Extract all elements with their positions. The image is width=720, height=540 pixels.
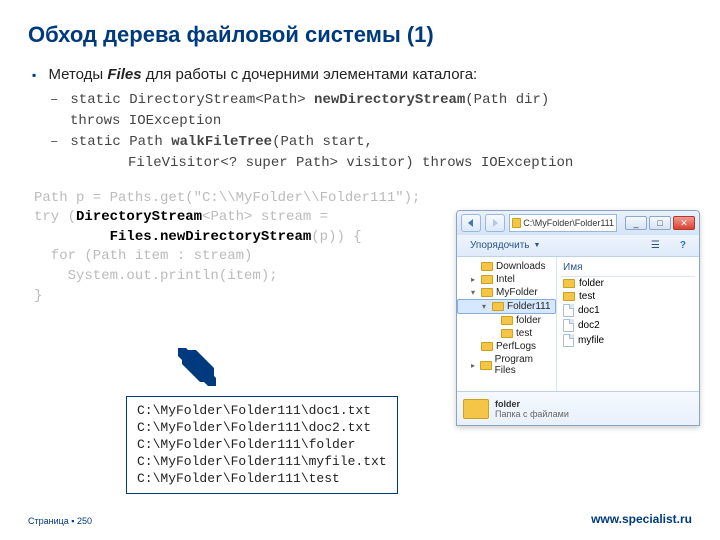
file-icon: [563, 304, 574, 317]
bullet-methods: Методы Files для работы с дочерними элем…: [32, 66, 692, 83]
explorer-preview-pane: folder Папка с файлами: [457, 391, 699, 425]
slide-title: Обход дерева файловой системы (1): [28, 22, 692, 48]
footer-page: Страница ▪ 250: [28, 516, 92, 526]
console-output: C:\MyFolder\Folder111\doc1.txt C:\MyFold…: [126, 396, 398, 494]
file-icon: [563, 334, 574, 347]
minimize-button[interactable]: _: [625, 216, 647, 230]
explorer-file-list[interactable]: Имя folder test doc1 doc2 myfile: [557, 257, 699, 391]
signature-walkFileTree: –static Path walkFileTree(Path start,: [50, 133, 692, 152]
nav-back-button[interactable]: [461, 214, 481, 232]
folder-icon: [563, 292, 575, 301]
explorer-tree[interactable]: Downloads ▸Intel ▾MyFolder ▾Folder111 fo…: [457, 257, 557, 391]
explorer-toolbar: Упорядочить▼ ☰ ?: [457, 235, 699, 257]
organize-button[interactable]: Упорядочить▼: [463, 238, 547, 253]
folder-icon: [512, 218, 521, 228]
signature-newDirectoryStream-throws: throws IOException: [70, 112, 692, 131]
address-bar[interactable]: C:\MyFolder\Folder111: [509, 214, 617, 232]
file-icon: [563, 319, 574, 332]
signature-walkFileTree-line2: FileVisitor<? super Path> visitor) throw…: [128, 154, 692, 173]
maximize-button[interactable]: □: [649, 216, 671, 230]
folder-icon: [463, 399, 489, 419]
signature-newDirectoryStream: –static DirectoryStream<Path> newDirecto…: [50, 91, 692, 110]
explorer-titlebar: C:\MyFolder\Folder111 _ □ ✕: [457, 211, 699, 235]
folder-icon: [563, 279, 575, 288]
column-header-name[interactable]: Имя: [561, 260, 695, 277]
arrow-icon: [174, 344, 220, 395]
close-button[interactable]: ✕: [673, 216, 695, 230]
explorer-window: C:\MyFolder\Folder111 _ □ ✕ Упорядочить▼…: [456, 210, 700, 426]
tree-selected-folder[interactable]: ▾Folder111: [457, 299, 556, 314]
view-icon[interactable]: ☰: [644, 238, 667, 253]
nav-forward-button[interactable]: [485, 214, 505, 232]
help-icon[interactable]: ?: [673, 238, 693, 253]
footer-site: www.specialist.ru: [591, 512, 692, 526]
